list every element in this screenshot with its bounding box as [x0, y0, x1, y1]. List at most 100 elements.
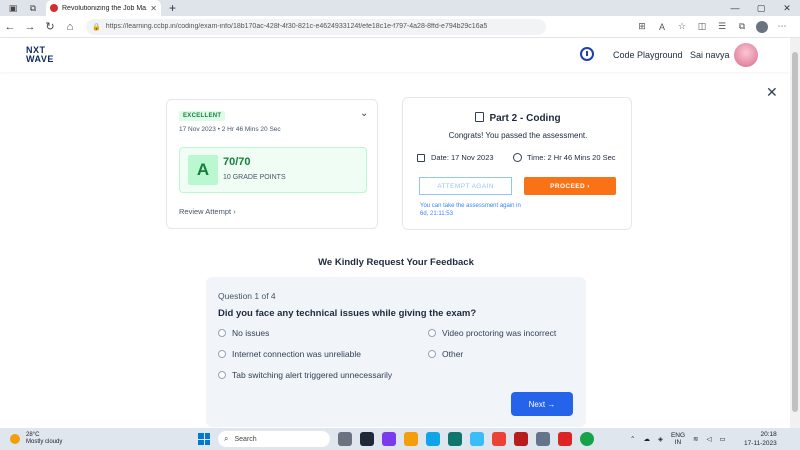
- weather-widget[interactable]: 28°C Mostly cloudy: [10, 432, 62, 446]
- radio-icon[interactable]: [218, 350, 226, 358]
- taskbar-apps: [338, 432, 602, 446]
- browser-tab-bar: ▣ ⧉ Revolutionizing the Job Ma... ✕ + — …: [0, 0, 800, 16]
- profile-icon[interactable]: [756, 20, 768, 33]
- option-video-proctoring[interactable]: Video proctoring was incorrect: [428, 328, 556, 338]
- grade-letter: A: [188, 155, 218, 185]
- media-app-icon[interactable]: [360, 432, 374, 446]
- username: Sai navya: [690, 50, 730, 60]
- lock-icon: 🔒: [92, 23, 101, 31]
- more-options-icon[interactable]: ⋯: [772, 21, 792, 32]
- stopwatch-icon[interactable]: [580, 47, 594, 61]
- app-header: NXT WAVE Code Playground Sai navya: [0, 38, 790, 72]
- edge-icon[interactable]: [426, 432, 440, 446]
- security-icon[interactable]: ◈: [658, 435, 663, 443]
- option-internet[interactable]: Internet connection was unreliable: [218, 349, 361, 359]
- chevron-down-icon[interactable]: ⌄: [360, 108, 368, 119]
- radio-icon[interactable]: [428, 329, 436, 337]
- youtube-icon[interactable]: [558, 432, 572, 446]
- chevron-right-icon: ›: [233, 207, 236, 216]
- part-title: Part 2 - Coding: [403, 112, 633, 124]
- weather-icon: [10, 434, 20, 444]
- feedback-survey: Question 1 of 4 Did you face any technic…: [206, 277, 586, 427]
- scrollbar-thumb[interactable]: [792, 52, 798, 412]
- split-screen-icon[interactable]: ◫: [692, 21, 712, 32]
- spotify-icon[interactable]: [580, 432, 594, 446]
- search-icon: ⌕: [224, 434, 229, 443]
- workspaces-icon[interactable]: ▣: [6, 2, 20, 14]
- tab-actions-icon[interactable]: ⧉: [26, 2, 40, 14]
- status-badge: EXCELLENT: [179, 111, 226, 121]
- volume-icon[interactable]: ◁: [707, 435, 712, 443]
- proceed-button[interactable]: PROCEED ›: [524, 177, 616, 195]
- home-icon[interactable]: ⌂: [60, 21, 80, 33]
- system-clock[interactable]: 20:18 17-11-2023: [744, 430, 777, 448]
- browser-tab-active[interactable]: Revolutionizing the Job Ma... ✕: [46, 0, 161, 16]
- favorite-star-icon[interactable]: ☆: [672, 21, 692, 32]
- chevron-up-icon[interactable]: ⌃: [630, 435, 635, 443]
- language-indicator[interactable]: ENG IN: [671, 432, 685, 446]
- result-meta: 17 Nov 2023 • 2 Hr 46 Mins 20 Sec: [179, 126, 281, 133]
- grade-points: 10 GRADE POINTS: [223, 174, 286, 181]
- arrow-right-icon: →: [545, 399, 556, 409]
- onedrive-icon[interactable]: ☁: [643, 435, 650, 443]
- copilot-icon[interactable]: [338, 432, 352, 446]
- grade-box: A 70/70 10 GRADE POINTS: [179, 147, 367, 193]
- forward-icon[interactable]: →: [20, 21, 40, 33]
- mcafee-icon[interactable]: [514, 432, 528, 446]
- attempt-again-button[interactable]: ATTEMPT AGAIN: [419, 177, 512, 195]
- date-info: Date: 17 Nov 2023: [417, 153, 494, 162]
- radio-icon[interactable]: [218, 329, 226, 337]
- file-explorer-icon[interactable]: [404, 432, 418, 446]
- tab-title: Revolutionizing the Job Ma...: [62, 4, 148, 12]
- vscode-icon[interactable]: [470, 432, 484, 446]
- result-card: EXCELLENT 17 Nov 2023 • 2 Hr 46 Mins 20 …: [166, 99, 378, 229]
- refresh-icon[interactable]: ↻: [40, 20, 60, 33]
- maximize-icon[interactable]: ▢: [748, 0, 774, 16]
- app-icon[interactable]: [536, 432, 550, 446]
- store-icon[interactable]: [448, 432, 462, 446]
- system-tray: ⌃ ☁ ◈ ENG IN ≋ ◁ ▭: [630, 428, 734, 450]
- chrome-icon[interactable]: [492, 432, 506, 446]
- code-playground-link[interactable]: Code Playground: [613, 50, 683, 60]
- minimize-icon[interactable]: —: [722, 0, 748, 16]
- time-info: Time: 2 Hr 46 Mins 20 Sec: [513, 153, 616, 162]
- read-aloud-icon[interactable]: A: [652, 22, 672, 32]
- question-text: Did you face any technical issues while …: [218, 308, 477, 319]
- option-other[interactable]: Other: [428, 349, 463, 359]
- close-tab-icon[interactable]: ✕: [150, 4, 157, 13]
- battery-icon[interactable]: ▭: [720, 435, 726, 443]
- windows-start-icon[interactable]: [198, 433, 210, 445]
- back-icon[interactable]: ←: [0, 21, 20, 33]
- avatar[interactable]: [734, 43, 758, 67]
- new-tab-icon[interactable]: +: [169, 1, 176, 15]
- feedback-title: We Kindly Request Your Feedback: [318, 257, 474, 268]
- radio-icon[interactable]: [428, 350, 436, 358]
- wifi-icon[interactable]: ≋: [693, 435, 698, 443]
- browser-tools: ⊞ A ☆ ◫ ☰ ⧉ ⋯: [632, 20, 792, 33]
- calendar-icon: [417, 153, 425, 162]
- option-tab-switching[interactable]: Tab switching alert triggered unnecessar…: [218, 370, 392, 380]
- next-button[interactable]: Next →: [511, 392, 573, 416]
- nxtwave-logo[interactable]: NXT WAVE: [26, 46, 66, 64]
- review-attempt-link[interactable]: Review Attempt ›: [179, 207, 236, 216]
- page-scrollbar[interactable]: [790, 38, 800, 430]
- congrats-message: Congrats! You passed the assessment.: [448, 131, 588, 140]
- taskbar-search[interactable]: ⌕ Search: [218, 431, 330, 447]
- url-bar[interactable]: 🔒 https://learning.ccbp.in/coding/exam-i…: [86, 18, 546, 35]
- radio-icon[interactable]: [218, 371, 226, 379]
- part2-card: Part 2 - Coding Congrats! You passed the…: [402, 97, 632, 230]
- retake-note: You can take the assessment again in 6d,…: [420, 203, 521, 217]
- record-icon: [50, 4, 58, 12]
- chevron-right-icon: ›: [585, 182, 590, 190]
- close-icon[interactable]: ✕: [766, 84, 778, 101]
- address-toolbar: ← → ↻ ⌂ 🔒 https://learning.ccbp.in/codin…: [0, 16, 800, 38]
- url-text: https://learning.ccbp.in/coding/exam-inf…: [105, 23, 488, 30]
- favorites-icon[interactable]: ☰: [712, 21, 732, 32]
- option-no-issues[interactable]: No issues: [218, 328, 269, 338]
- score: 70/70: [223, 156, 251, 168]
- collections-icon[interactable]: ⧉: [732, 21, 752, 32]
- close-window-icon[interactable]: ✕: [774, 0, 800, 16]
- document-icon: [475, 112, 485, 122]
- app-available-icon[interactable]: ⊞: [632, 21, 652, 32]
- teams-icon[interactable]: [382, 432, 396, 446]
